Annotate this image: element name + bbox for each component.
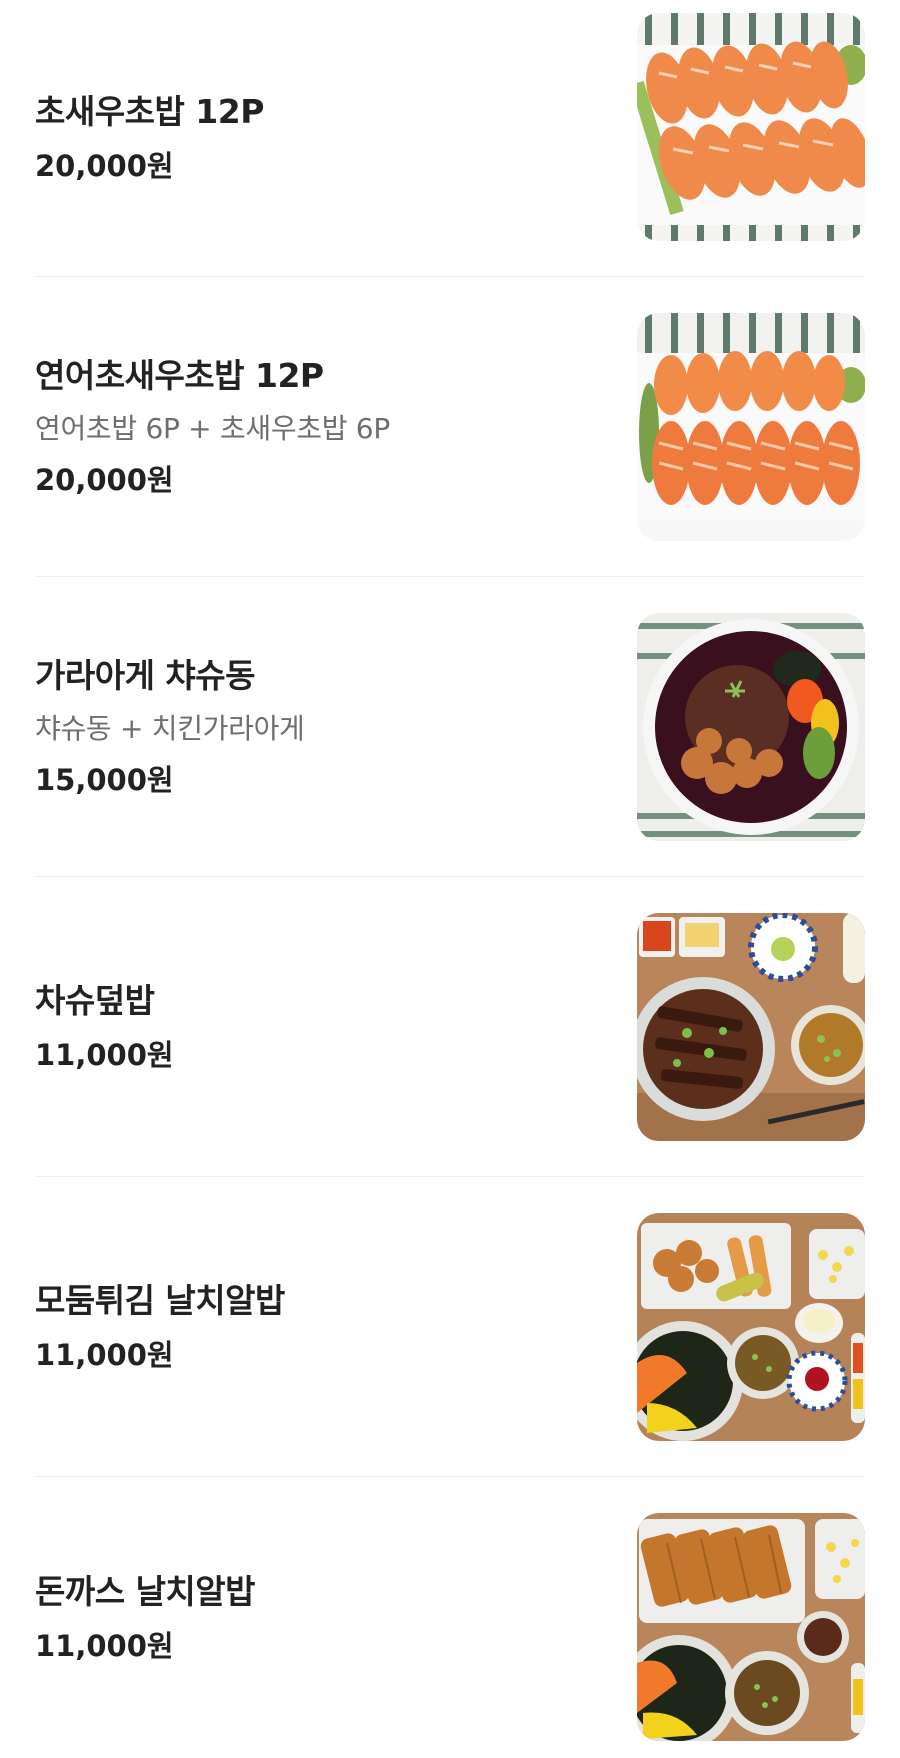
menu-item-price: 11,000원 [35,1037,174,1072]
karaage-chashudon-photo[interactable] [637,613,865,841]
shrimp-sushi-photo[interactable] [637,13,865,241]
menu-item[interactable]: 가라아게 챠슈동 챠슈동 + 치킨가라아게 15,000원 [35,577,865,877]
menu-item-text: 초새우초밥 12P 20,000원 [35,0,595,276]
menu-item-text: 가라아게 챠슈동 챠슈동 + 치킨가라아게 15,000원 [35,577,595,876]
menu-item-price: 20,000원 [35,149,174,183]
menu-item[interactable]: 연어초새우초밥 12P 연어초밥 6P + 초새우초밥 6P 20,000원 [35,277,865,577]
salmon-shrimp-sushi-photo[interactable] [637,313,865,541]
menu-item[interactable]: 모둠튀김 날치알밥 11,000원 [35,1177,865,1477]
menu-item-text: 차슈덮밥 11,000원 [35,877,595,1176]
menu-item[interactable]: 초새우초밥 12P 20,000원 [35,0,865,277]
menu-item-name: 초새우초밥 12P [35,92,264,131]
menu-item-price: 20,000원 [35,462,174,497]
chashu-rice-bowl-photo[interactable] [637,913,865,1141]
menu-item-description: 챠슈동 + 치킨가라아게 [35,711,305,745]
menu-item[interactable]: 차슈덮밥 11,000원 [35,877,865,1177]
menu-item-description: 연어초밥 6P + 초새우초밥 6P [35,411,390,445]
menu-item-name: 차슈덮밥 [35,980,155,1020]
menu-item-text: 모둠튀김 날치알밥 11,000원 [35,1177,595,1476]
tempura-roe-rice-photo[interactable] [637,1213,865,1441]
menu-list: 초새우초밥 12P 20,000원 연어초새우초밥 12P 연어초밥 6P + … [0,0,900,1758]
menu-item-name: 연어초새우초밥 12P [35,355,324,395]
menu-item-name: 돈까스 날치알밥 [35,1571,256,1611]
menu-item-text: 돈까스 날치알밥 11,000원 [35,1477,595,1758]
pork-cutlet-roe-rice-photo[interactable] [637,1513,865,1741]
menu-item[interactable]: 돈까스 날치알밥 11,000원 [35,1477,865,1758]
menu-item-price: 15,000원 [35,762,174,797]
menu-item-price: 11,000원 [35,1628,174,1663]
menu-item-text: 연어초새우초밥 12P 연어초밥 6P + 초새우초밥 6P 20,000원 [35,277,595,576]
menu-item-name: 모둠튀김 날치알밥 [35,1280,285,1320]
menu-item-price: 11,000원 [35,1337,174,1372]
menu-item-name: 가라아게 챠슈동 [35,655,256,695]
